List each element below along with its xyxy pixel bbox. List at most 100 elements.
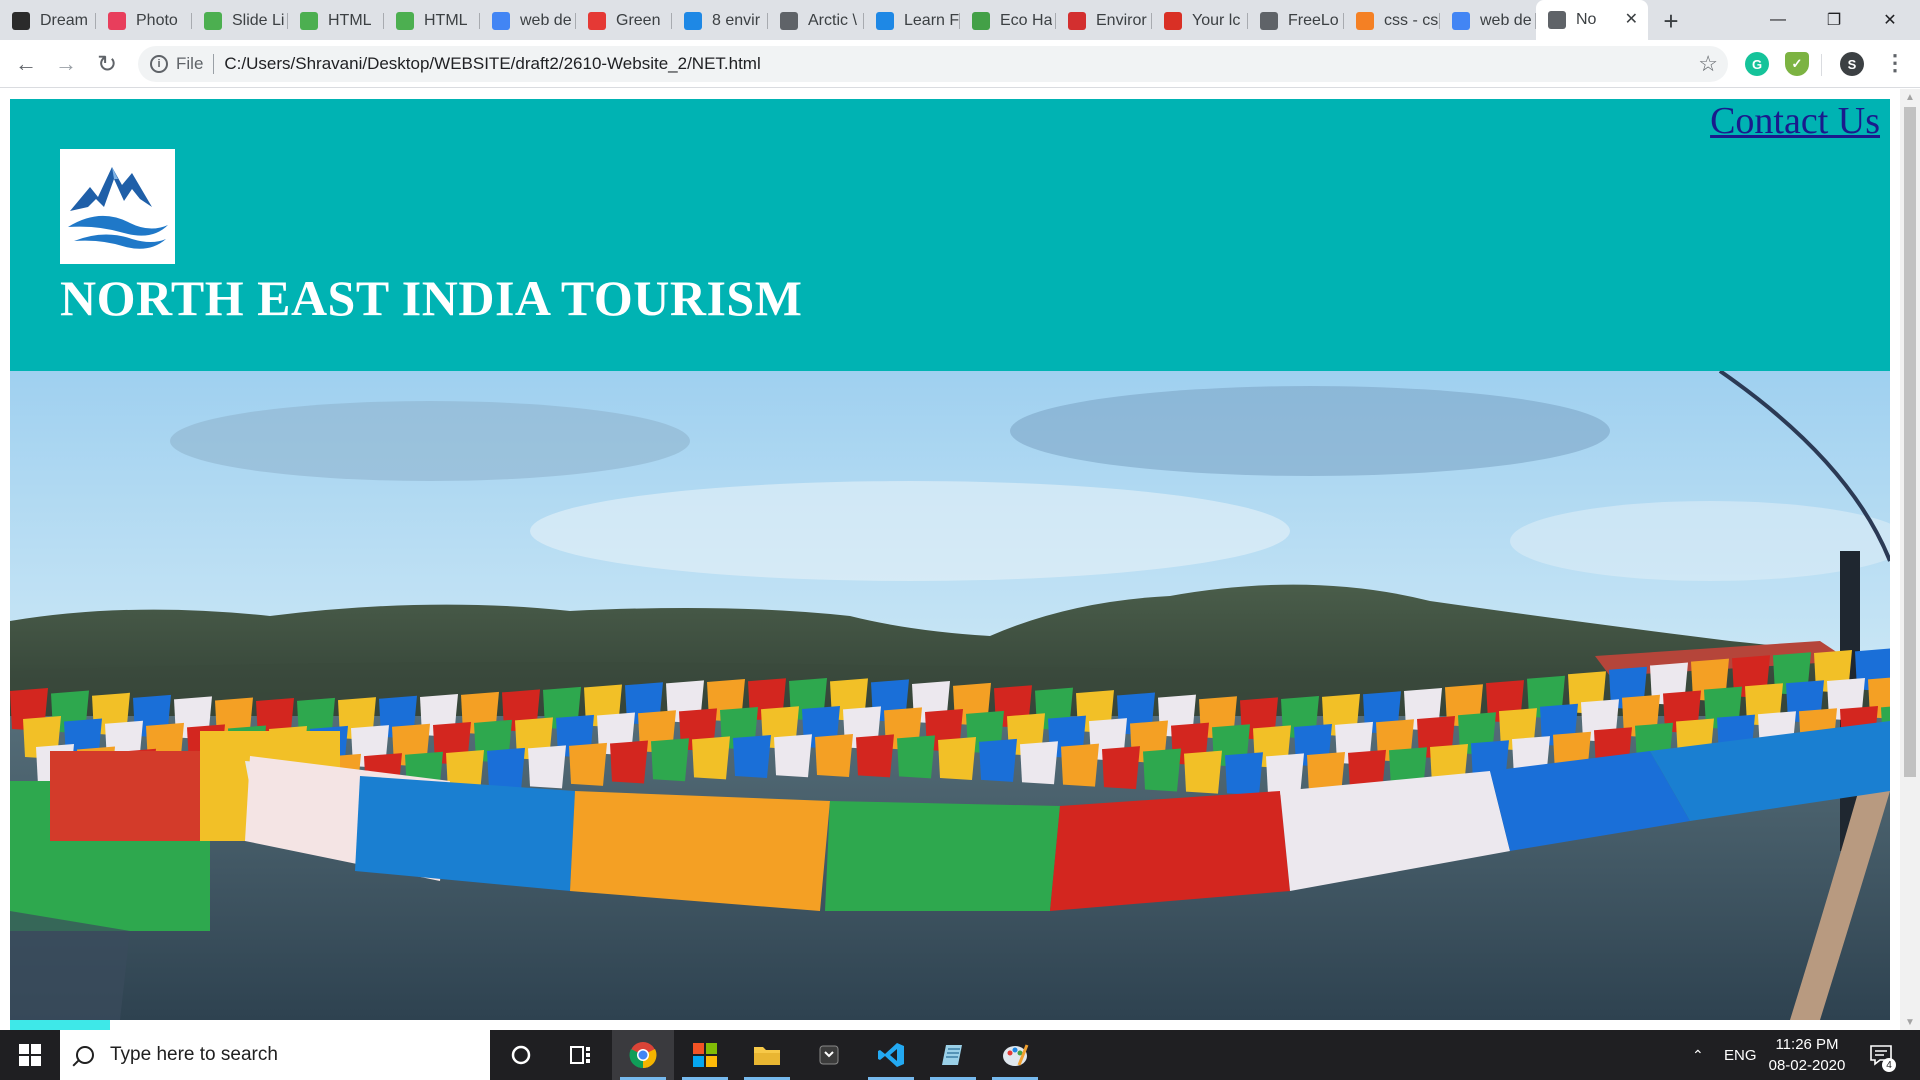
new-tab-button[interactable]: +	[1656, 6, 1686, 36]
page-viewport: NORTH EAST INDIA TOURISM Contact Us	[0, 89, 1920, 1030]
cyan-underline-bar	[10, 1020, 110, 1030]
browser-tab[interactable]: web de	[1440, 6, 1536, 36]
green-icon	[588, 12, 606, 30]
browser-tab-label: Dream	[40, 12, 89, 29]
prayer-flag	[1020, 741, 1058, 785]
environment-icon	[1068, 12, 1086, 30]
prayer-flag	[815, 734, 853, 778]
prayer-flags-lake-photo	[10, 371, 1890, 1020]
forward-arrow-icon[interactable]: →	[50, 48, 82, 80]
scrollbar-thumb[interactable]	[1904, 107, 1916, 777]
browser-tab[interactable]: 8 envir	[672, 6, 768, 36]
task-view-icon[interactable]	[550, 1030, 612, 1080]
grid-icon	[876, 12, 894, 30]
browser-tab-label: Enviror	[1096, 12, 1147, 29]
windows-start-icon[interactable]	[0, 1030, 60, 1080]
google-icon	[1452, 12, 1470, 30]
browser-tab-label: web de	[520, 12, 572, 29]
prayer-flag	[733, 735, 771, 779]
browser-tab-label: FreeLo	[1288, 12, 1339, 29]
address-bar[interactable]: i File C:/Users/Shravani/Desktop/WEBSITE…	[138, 46, 1728, 82]
photo-icon	[108, 12, 126, 30]
grammarly-extension-icon[interactable]: G	[1745, 52, 1769, 76]
cortana-icon[interactable]	[490, 1030, 552, 1080]
prayer-flag	[692, 736, 730, 780]
globe-icon	[1548, 11, 1566, 29]
browser-tab[interactable]: Slide Li	[192, 6, 288, 36]
reload-icon[interactable]: ↻	[91, 48, 123, 80]
clock-date: 08-02-2020	[1768, 1057, 1846, 1074]
address-scheme: File	[176, 54, 204, 73]
browser-menu-icon[interactable]: ⋮	[1884, 50, 1906, 76]
info-icon[interactable]: i	[150, 55, 168, 73]
app-taskbar-icon[interactable]	[798, 1030, 860, 1080]
browser-tab[interactable]: css - cs	[1344, 6, 1440, 36]
shield-extension-icon[interactable]: ✓	[1785, 52, 1809, 76]
prayer-flag	[1143, 748, 1181, 792]
eco-icon	[972, 12, 990, 30]
browser-tab-label: Photo	[136, 12, 178, 29]
vscode-taskbar-icon[interactable]	[860, 1030, 922, 1080]
browser-tab[interactable]: Photo	[96, 6, 192, 36]
address-url[interactable]: C:/Users/Shravani/Desktop/WEBSITE/draft2…	[224, 54, 760, 74]
browser-tab[interactable]: HTML	[288, 6, 384, 36]
html-icon	[300, 12, 318, 30]
address-divider	[213, 54, 215, 74]
prayer-flag	[610, 740, 648, 784]
hero-image	[10, 371, 1890, 1020]
close-window-icon[interactable]: ✕	[1862, 0, 1918, 40]
taskbar-search-placeholder: Type here to search	[110, 1044, 278, 1065]
taskbar-search-box[interactable]: Type here to search	[60, 1030, 490, 1080]
profile-avatar[interactable]: S	[1840, 52, 1864, 76]
prayer-flag	[651, 738, 689, 782]
restore-window-icon[interactable]: ❐	[1806, 0, 1862, 40]
browser-tab[interactable]: Your lc	[1152, 6, 1248, 36]
browser-tab-label: HTML	[424, 12, 468, 29]
browser-tab[interactable]: Arctic \	[768, 6, 864, 36]
minimize-window-icon[interactable]: —	[1750, 0, 1806, 40]
notepad-taskbar-icon[interactable]	[922, 1030, 984, 1080]
browser-tab-label: Green	[616, 12, 661, 29]
notification-center-icon[interactable]: 4	[1868, 1030, 1896, 1080]
windows-taskbar: Type here to search ⌃ ENG 11:26 PM 08-02…	[0, 1030, 1920, 1080]
paint-taskbar-icon[interactable]	[984, 1030, 1046, 1080]
browser-tab[interactable]: No ✕	[1536, 0, 1648, 40]
prayer-flag	[979, 738, 1017, 782]
browser-tab[interactable]: FreeLo	[1248, 6, 1344, 36]
google-icon	[492, 12, 510, 30]
close-tab-icon[interactable]: ✕	[1625, 9, 1638, 29]
browser-tab[interactable]: web de	[480, 6, 576, 36]
store-taskbar-icon[interactable]	[674, 1030, 736, 1080]
browser-tab-label: Learn F	[904, 12, 960, 29]
globe-icon	[780, 12, 798, 30]
contact-us-link[interactable]: Contact Us	[1710, 99, 1880, 143]
language-indicator[interactable]: ENG	[1724, 1030, 1757, 1080]
file-explorer-taskbar-icon[interactable]	[736, 1030, 798, 1080]
scroll-up-arrow-icon[interactable]: ▲	[1900, 89, 1920, 105]
dreamstime-icon	[12, 12, 30, 30]
bookmark-star-icon[interactable]: ☆	[1698, 51, 1718, 77]
browser-tab-label: Slide Li	[232, 12, 285, 29]
browser-tab[interactable]: Eco Ha	[960, 6, 1056, 36]
browser-tab[interactable]: Learn F	[864, 6, 960, 36]
browser-tab-label: web de	[1480, 12, 1532, 29]
prayer-flag	[774, 734, 812, 778]
browser-tab-label: css - cs	[1384, 12, 1439, 29]
chrome-taskbar-icon[interactable]	[612, 1030, 674, 1080]
page-scrollbar[interactable]: ▲ ▼	[1900, 89, 1920, 1030]
prayer-flag	[487, 747, 525, 791]
prayer-flag	[1225, 752, 1263, 796]
site-header: NORTH EAST INDIA TOURISM Contact Us	[10, 99, 1890, 371]
browser-tab[interactable]: HTML	[384, 6, 480, 36]
scroll-down-arrow-icon[interactable]: ▼	[1900, 1014, 1920, 1030]
prayer-flag	[569, 742, 607, 786]
search-icon	[76, 1046, 94, 1064]
browser-tab[interactable]: Enviror	[1056, 6, 1152, 36]
show-hidden-icons-chevron-icon[interactable]: ⌃	[1692, 1030, 1704, 1080]
prayer-flag	[856, 734, 894, 778]
browser-tab[interactable]: Dream	[0, 6, 96, 36]
back-arrow-icon[interactable]: ←	[10, 48, 42, 80]
browser-tab[interactable]: Green	[576, 6, 672, 36]
taskbar-clock[interactable]: 11:26 PM 08-02-2020	[1762, 1034, 1852, 1076]
stackoverflow-icon	[1356, 12, 1374, 30]
